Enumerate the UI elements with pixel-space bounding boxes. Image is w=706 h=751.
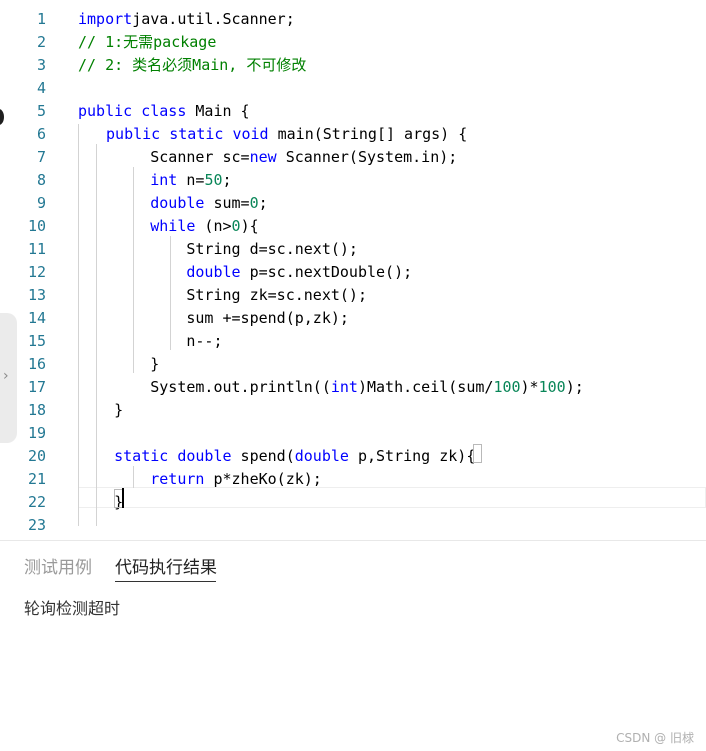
code-line[interactable]: 7 Scanner sc=new Scanner(System.in);: [0, 146, 706, 169]
code-text: while (n>0){: [150, 217, 259, 235]
code-line[interactable]: 21 return p*zheKo(zk);: [0, 468, 706, 491]
code-text: System.out.println((int)Math.ceil(sum/10…: [78, 378, 584, 396]
bracket-match-open: [473, 444, 482, 463]
chevron-right-icon: ›: [3, 368, 9, 384]
code-line[interactable]: 19: [0, 422, 706, 445]
line-number: 20: [27, 447, 46, 465]
line-number: 13: [27, 286, 46, 304]
side-panel-toggle[interactable]: ›: [0, 313, 17, 443]
line-number: 6: [36, 125, 46, 143]
code-text: }: [78, 401, 124, 419]
line-number: 7: [36, 148, 46, 166]
line-number: 12: [27, 263, 46, 281]
code-line[interactable]: 2 // 1:无需package: [0, 31, 706, 54]
code-line[interactable]: 10 while (n>0){: [0, 215, 706, 238]
line-number: 9: [36, 194, 46, 212]
code-line[interactable]: 17 System.out.println((int)Math.ceil(sum…: [0, 376, 706, 399]
line-number: 3: [36, 56, 46, 74]
code-line[interactable]: 3 // 2: 类名必须Main, 不可修改: [0, 54, 706, 77]
code-text: }: [78, 355, 160, 373]
code-text: n--;: [78, 332, 223, 350]
code-text: static double spend(double p,String zk){: [114, 447, 476, 465]
line-number: 23: [27, 516, 46, 534]
active-tab-indicator: [115, 581, 216, 582]
code-editor[interactable]: 1 importjava.util.Scanner; 2 // 1:无需package…: [0, 0, 706, 534]
code-line[interactable]: 12 double p=sc.nextDouble();: [0, 261, 706, 284]
tab-test-cases[interactable]: 测试用例: [24, 556, 92, 580]
panel-divider: [0, 540, 706, 541]
code-text: // 2: 类名必须Main, 不可修改: [78, 56, 307, 74]
result-message: 轮询检测超时: [24, 599, 121, 618]
code-text: public static void main(String[] args) {: [106, 125, 468, 143]
code-text: double sum=0;: [150, 194, 268, 212]
code-text: double p=sc.nextDouble();: [186, 263, 413, 281]
code-text: String d=sc.next();: [78, 240, 358, 258]
code-text: return p*zheKo(zk);: [150, 470, 322, 488]
line-number: 10: [27, 217, 46, 235]
code-line[interactable]: 8 int n=50;: [0, 169, 706, 192]
code-text: public class Main {: [78, 102, 250, 120]
code-text: Scanner sc=new Scanner(System.in);: [78, 148, 458, 166]
code-line[interactable]: 9 double sum=0;: [0, 192, 706, 215]
code-text: sum +=spend(p,zk);: [78, 309, 349, 327]
line-number: 8: [36, 171, 46, 189]
line-number: 5: [36, 102, 46, 120]
code-text: importjava.util.Scanner;: [78, 10, 295, 28]
code-line[interactable]: 5 public class Main {: [0, 100, 706, 123]
text-cursor: [122, 488, 124, 508]
code-line[interactable]: 15 n--;: [0, 330, 706, 353]
line-number: 22: [27, 493, 46, 511]
code-line[interactable]: 4: [0, 77, 706, 100]
code-line[interactable]: 22 }: [0, 491, 706, 514]
code-text: String zk=sc.next();: [78, 286, 367, 304]
code-line[interactable]: 16 }: [0, 353, 706, 376]
line-number: 2: [36, 33, 46, 51]
line-number: 4: [36, 79, 46, 97]
line-number: 1: [36, 10, 46, 28]
code-line[interactable]: 23: [0, 514, 706, 537]
code-text: // 1:无需package: [78, 33, 217, 51]
line-number: 11: [27, 240, 46, 258]
code-line[interactable]: 11 String d=sc.next();: [0, 238, 706, 261]
code-line[interactable]: 18 }: [0, 399, 706, 422]
tab-execution-result[interactable]: 代码执行结果: [115, 556, 217, 580]
code-line[interactable]: 1 importjava.util.Scanner;: [0, 8, 706, 31]
code-line[interactable]: 14 sum +=spend(p,zk);: [0, 307, 706, 330]
code-line[interactable]: 13 String zk=sc.next();: [0, 284, 706, 307]
code-text: int n=50;: [150, 171, 232, 189]
watermark: CSDN @ 旧梂: [616, 731, 694, 745]
code-line[interactable]: 6 public static void main(String[] args)…: [0, 123, 706, 146]
line-number: 21: [27, 470, 46, 488]
code-line[interactable]: 20 static double spend(double p,String z…: [0, 445, 706, 468]
